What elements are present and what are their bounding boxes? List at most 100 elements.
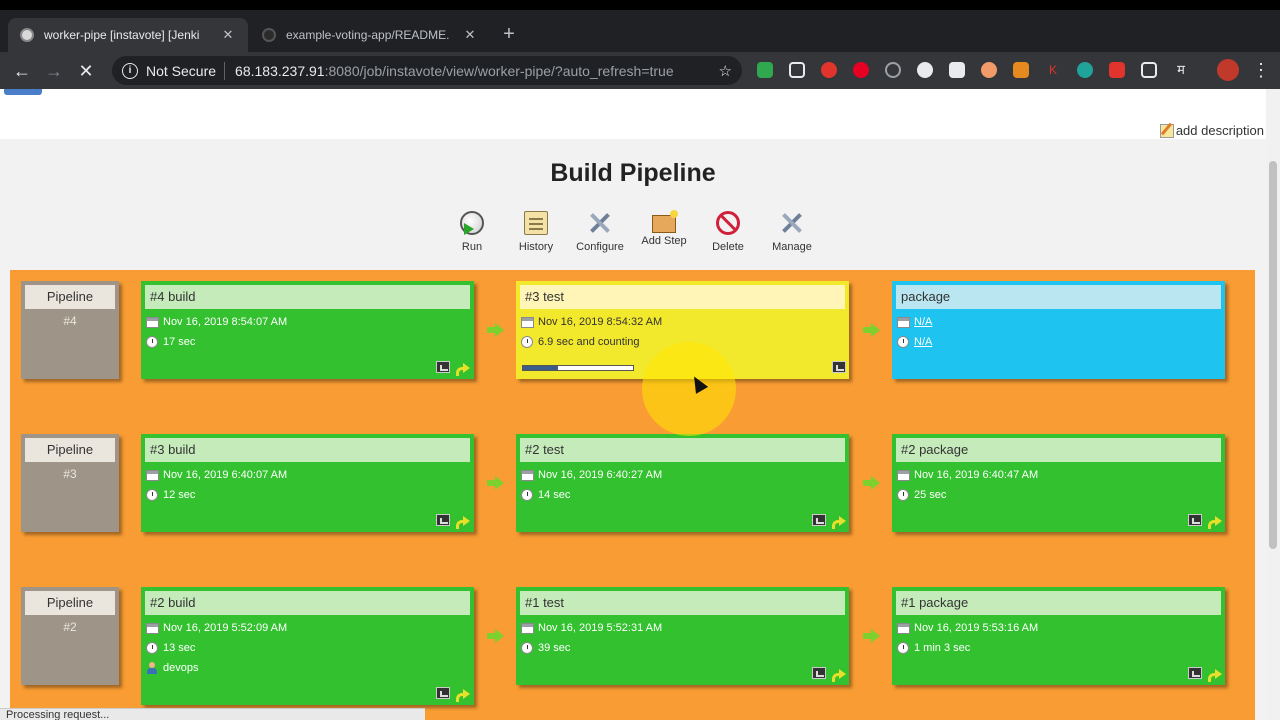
manage-button[interactable]: Manage	[760, 211, 824, 253]
stage-date-row: Nov 16, 2019 5:53:16 AM	[897, 621, 1225, 635]
stage-date: Nov 16, 2019 6:40:07 AM	[163, 469, 288, 481]
grammarly-extension-icon[interactable]	[1077, 62, 1093, 78]
pipeline-arrow-icon	[863, 476, 881, 490]
back-arrow-icon[interactable]: ←	[11, 60, 33, 82]
scrollbar-thumb[interactable]	[1269, 161, 1277, 549]
k-extension-icon[interactable]	[1013, 62, 1029, 78]
console-icon[interactable]	[832, 361, 846, 373]
close-icon[interactable]: ✕	[462, 27, 478, 43]
orange-extension-icon[interactable]	[981, 62, 997, 78]
pipeline-arrow-icon	[863, 323, 881, 337]
add-step-label: Add Step	[641, 235, 687, 247]
pipeline-number[interactable]: #4	[21, 314, 119, 328]
pipeline-number[interactable]: #2	[21, 620, 119, 634]
shield-extension-icon[interactable]	[949, 62, 965, 78]
stage-card[interactable]: #3 build Nov 16, 2019 6:40:07 AM 12 sec	[141, 434, 474, 532]
tab-readme[interactable]: example-voting-app/README. ✕	[250, 18, 490, 52]
hey-extension-icon[interactable]	[1109, 62, 1125, 78]
stage-duration-row: 14 sec	[521, 488, 849, 502]
stage-title[interactable]: #2 package	[896, 438, 1221, 462]
browser-menu-icon[interactable]: ⋮	[1252, 60, 1270, 80]
rerun-icon[interactable]	[832, 668, 846, 682]
add-description-label[interactable]: add description	[1176, 123, 1264, 138]
rerun-icon[interactable]	[832, 515, 846, 529]
cursor-highlight	[642, 342, 736, 436]
console-icon[interactable]	[1188, 667, 1202, 679]
stage-card[interactable]: #2 test Nov 16, 2019 6:40:27 AM 14 sec	[516, 434, 849, 532]
console-icon[interactable]	[812, 667, 826, 679]
pipeline-number[interactable]: #3	[21, 467, 119, 481]
stage-title[interactable]: package	[896, 285, 1221, 309]
console-icon[interactable]	[436, 361, 450, 373]
bookmark-star-icon[interactable]: ☆	[719, 62, 732, 80]
crop-extension-icon[interactable]	[1141, 62, 1157, 78]
pocket-extension-icon[interactable]	[789, 62, 805, 78]
stage-card[interactable]: #2 build Nov 16, 2019 5:52:09 AM 13 sec …	[141, 587, 474, 705]
refresh-extension-icon[interactable]	[885, 62, 901, 78]
info-icon[interactable]: i	[122, 62, 138, 79]
new-tab-button[interactable]: +	[498, 24, 520, 46]
calendar-icon	[897, 316, 910, 328]
rerun-icon[interactable]	[456, 362, 470, 376]
stage-title[interactable]: #2 build	[145, 591, 470, 615]
profile-extension-icon[interactable]	[917, 62, 933, 78]
progress-fill	[523, 366, 559, 370]
url-path[interactable]: :8080/job/instavote/view/worker-pipe/?au…	[325, 63, 674, 79]
security-label[interactable]: Not Secure	[146, 63, 216, 79]
stage-duration-row: 13 sec	[146, 641, 474, 655]
stage-title[interactable]: #3 build	[145, 438, 470, 462]
history-label: History	[518, 241, 554, 253]
console-icon[interactable]	[436, 687, 450, 699]
stage-card[interactable]: #4 build Nov 16, 2019 8:54:07 AM 17 sec	[141, 281, 474, 379]
rerun-icon[interactable]	[456, 688, 470, 702]
console-icon[interactable]	[812, 514, 826, 526]
tab-worker-pipe[interactable]: worker-pipe [instavote] [Jenki ✕	[8, 18, 248, 52]
rerun-icon[interactable]	[1208, 668, 1222, 682]
evernote-extension-icon[interactable]	[757, 62, 773, 78]
stage-user[interactable]: devops	[163, 662, 198, 674]
configure-button[interactable]: Configure	[568, 211, 632, 253]
stage-title[interactable]: #1 package	[896, 591, 1221, 615]
stage-card[interactable]: #2 package Nov 16, 2019 6:40:47 AM 25 se…	[892, 434, 1225, 532]
page-scrollbar[interactable]	[1266, 89, 1280, 720]
url-host[interactable]: 68.183.237.91	[235, 63, 325, 79]
console-icon[interactable]	[1188, 514, 1202, 526]
stage-date: Nov 16, 2019 5:53:16 AM	[914, 622, 1039, 634]
stage-card[interactable]: #1 package Nov 16, 2019 5:53:16 AM 1 min…	[892, 587, 1225, 685]
progress-bar	[522, 365, 634, 371]
rerun-icon[interactable]	[1208, 515, 1222, 529]
rerun-icon[interactable]	[456, 515, 470, 529]
pipeline-header[interactable]: Pipeline #2	[21, 587, 119, 685]
stage-title[interactable]: #3 test	[520, 285, 845, 309]
pipeline-header[interactable]: Pipeline #3	[21, 434, 119, 532]
stage-title[interactable]: #2 test	[520, 438, 845, 462]
kaspersky-extension-icon[interactable]: K	[1045, 62, 1061, 78]
stage-card[interactable]: #1 test Nov 16, 2019 5:52:31 AM 39 sec	[516, 587, 849, 685]
stop-loading-icon[interactable]: ✕	[75, 60, 97, 82]
stage-card-pending[interactable]: package N/A N/A	[892, 281, 1225, 379]
stage-date-row: Nov 16, 2019 5:52:31 AM	[521, 621, 849, 635]
stage-duration-row: 17 sec	[146, 335, 474, 349]
stage-duration[interactable]: N/A	[914, 336, 932, 348]
stage-duration: 39 sec	[538, 642, 571, 654]
close-icon[interactable]: ✕	[220, 27, 236, 43]
add-step-button[interactable]: Add Step	[632, 210, 696, 247]
address-bar[interactable]: i Not Secure 68.183.237.91 :8080/job/ins…	[112, 56, 742, 85]
delete-button[interactable]: Delete	[696, 211, 760, 253]
add-description-link[interactable]: add description	[1159, 123, 1264, 138]
pipeline-header[interactable]: Pipeline #4	[21, 281, 119, 379]
avatar[interactable]	[1217, 59, 1239, 81]
forward-arrow-icon[interactable]: →	[43, 60, 65, 82]
stage-duration: 6.9 sec and counting	[538, 336, 640, 348]
stage-date[interactable]: N/A	[914, 316, 932, 328]
adblock-extension-icon[interactable]	[821, 62, 837, 78]
tab-strip: worker-pipe [instavote] [Jenki ✕ example…	[0, 10, 1280, 52]
stage-duration-row: 1 min 3 sec	[897, 641, 1225, 655]
stage-title[interactable]: #4 build	[145, 285, 470, 309]
run-button[interactable]: Run	[440, 211, 504, 253]
stage-title[interactable]: #1 test	[520, 591, 845, 615]
pinterest-extension-icon[interactable]	[853, 62, 869, 78]
translate-extension-icon[interactable]: म	[1173, 62, 1189, 78]
console-icon[interactable]	[436, 514, 450, 526]
history-button[interactable]: History	[504, 211, 568, 253]
